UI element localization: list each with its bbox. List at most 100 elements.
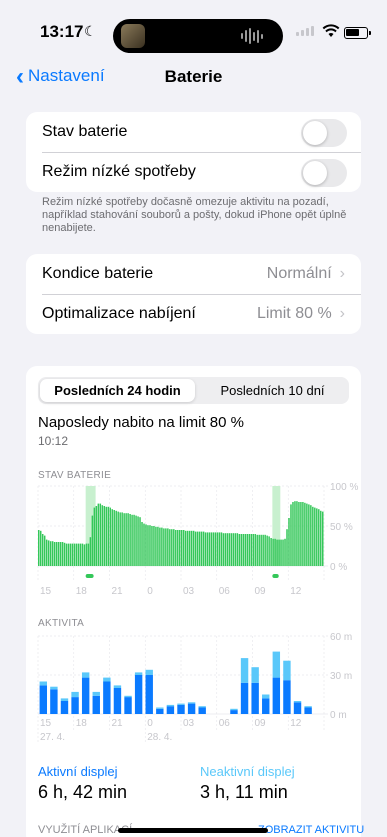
- segment-last-10-days[interactable]: Posledních 10 dní: [195, 379, 350, 402]
- battery-bar: [129, 514, 131, 566]
- segment-last-24-hours[interactable]: Posledních 24 hodin: [40, 379, 195, 402]
- battery-icon: [344, 27, 371, 39]
- dynamic-island[interactable]: [113, 19, 283, 53]
- active-display-bar: [293, 702, 302, 714]
- battery-bar: [75, 543, 78, 566]
- battery-bar: [171, 529, 173, 566]
- battery-bar: [290, 504, 292, 566]
- inactive-display-label: Neaktivní displej: [200, 764, 295, 779]
- x-tick-label: 06: [219, 586, 231, 597]
- battery-percentage-toggle[interactable]: [301, 119, 347, 147]
- battery-bar: [186, 530, 189, 566]
- battery-bar: [204, 532, 207, 566]
- battery-bar: [163, 528, 165, 566]
- active-display-bar: [71, 697, 79, 714]
- inactive-display-bar: [230, 708, 238, 711]
- battery-bar: [137, 516, 139, 566]
- status-bar: 13:17 ☾: [0, 0, 387, 53]
- date-label: 28. 4.: [147, 732, 172, 743]
- battery-bar: [250, 534, 252, 566]
- battery-bar: [284, 538, 286, 566]
- battery-bar: [53, 542, 56, 566]
- battery-bar: [55, 542, 58, 566]
- low-power-mode-toggle[interactable]: [301, 159, 347, 187]
- battery-bar: [105, 506, 108, 566]
- battery-bar: [322, 511, 324, 566]
- active-display-bar: [60, 701, 69, 714]
- x-tick-label: 03: [183, 718, 195, 729]
- active-display-bar: [198, 707, 206, 714]
- active-display-bar: [92, 695, 100, 714]
- inactive-display-bar: [134, 672, 143, 675]
- battery-bar: [214, 532, 217, 566]
- battery-bar: [38, 530, 40, 566]
- battery-percentage-row[interactable]: Stav baterie: [26, 112, 361, 152]
- battery-health-row[interactable]: Kondice baterie Normální ›: [26, 254, 361, 294]
- focus-moon-icon: ☾: [84, 23, 97, 39]
- home-indicator: [118, 828, 268, 833]
- last-charged-time: 10:12: [38, 434, 69, 448]
- y-tick-label: 50 %: [330, 522, 353, 533]
- inactive-display-bar: [187, 702, 196, 704]
- date-label: 27. 4.: [40, 732, 65, 743]
- inactive-display-bar: [166, 704, 175, 707]
- charging-optimization-row[interactable]: Optimalizace nabíjení Limit 80 % ›: [26, 294, 361, 334]
- battery-bar: [258, 534, 260, 566]
- inactive-display-bar: [39, 681, 48, 686]
- battery-bar: [131, 514, 133, 566]
- battery-bar: [153, 526, 155, 566]
- battery-bar: [276, 539, 278, 566]
- active-display-bar: [187, 703, 196, 714]
- battery-bar: [234, 533, 237, 566]
- battery-bar: [318, 509, 320, 566]
- x-tick-label: 15: [40, 718, 52, 729]
- battery-bar: [145, 524, 147, 566]
- active-display-bar: [230, 710, 238, 714]
- battery-bar: [198, 531, 201, 566]
- battery-bar: [123, 513, 125, 566]
- battery-bar: [173, 529, 175, 566]
- battery-bar: [314, 507, 316, 566]
- inactive-display-bar: [71, 691, 79, 698]
- battery-settings-group: Stav baterie Režim nízké spotřeby: [26, 112, 361, 192]
- charging-indicator: [85, 574, 94, 578]
- chevron-right-icon: ›: [339, 265, 345, 282]
- page-title: Baterie: [164, 67, 223, 86]
- battery-health-group: Kondice baterie Normální › Optimalizace …: [26, 254, 361, 334]
- active-display-bar: [134, 675, 143, 714]
- battery-bar: [49, 541, 52, 566]
- inactive-display-bar: [293, 701, 302, 703]
- inactive-display-bar: [81, 672, 90, 678]
- inactive-display-bar: [156, 707, 164, 709]
- battery-bar: [224, 533, 227, 566]
- active-display-bar: [156, 708, 164, 714]
- row-value: Normální: [266, 265, 332, 282]
- low-power-mode-row[interactable]: Režim nízké spotřeby: [26, 152, 361, 192]
- battery-bar: [268, 536, 270, 566]
- battery-bar: [127, 513, 129, 566]
- battery-bar: [230, 533, 233, 566]
- last-charged-label: Naposledy nabito na limit 80 %: [38, 414, 244, 431]
- active-display-bar: [39, 685, 48, 714]
- battery-level-chart: 100 % 50 % 0 % 15 18 21 0 03 06 09 12: [37, 482, 358, 597]
- show-activity-link[interactable]: ZOBRAZIT AKTIVITU: [258, 824, 364, 836]
- battery-bar: [95, 506, 98, 566]
- battery-bar: [167, 528, 169, 566]
- battery-bar: [63, 542, 66, 566]
- inactive-display-bar: [177, 703, 185, 705]
- battery-bar: [115, 510, 117, 566]
- battery-bar: [226, 533, 229, 566]
- battery-bar: [286, 529, 288, 566]
- battery-bar: [177, 530, 179, 566]
- battery-bar: [228, 533, 231, 566]
- x-tick-label: 18: [76, 586, 88, 597]
- y-tick-label: 0 m: [330, 710, 347, 721]
- x-tick-label: 09: [255, 718, 267, 729]
- active-display-bar: [145, 675, 153, 714]
- battery-bar: [73, 543, 76, 566]
- battery-bar: [65, 543, 68, 566]
- x-tick-label: 18: [76, 718, 88, 729]
- battery-bar: [260, 534, 262, 566]
- active-display-bar: [81, 677, 90, 714]
- battery-bar: [97, 503, 100, 566]
